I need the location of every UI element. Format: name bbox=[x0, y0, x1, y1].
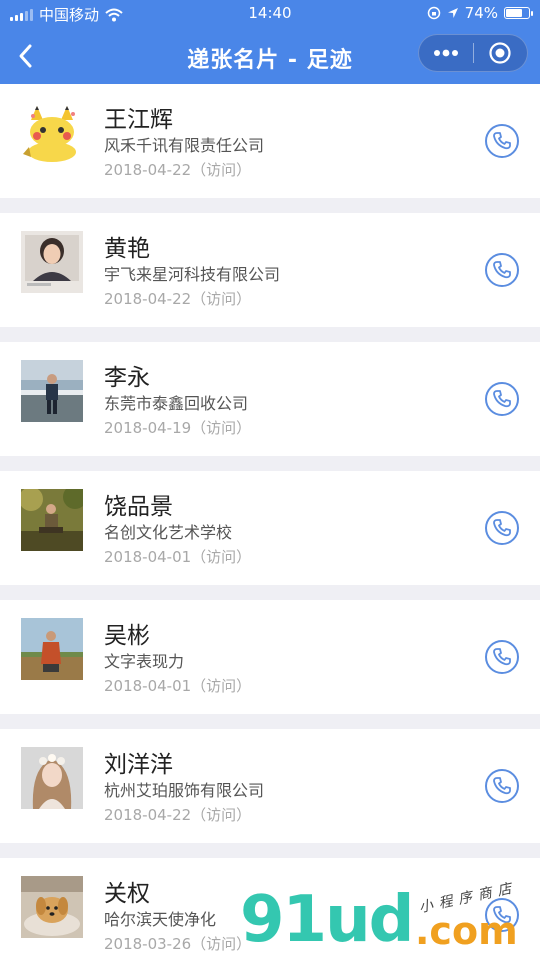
company-name: 宇飞来星河科技有限公司 bbox=[104, 265, 281, 284]
avatar bbox=[21, 102, 83, 164]
list-item[interactable]: 关权 哈尔滨天使净化 2018-03-26（访问） bbox=[0, 858, 540, 960]
company-name: 文字表现力 bbox=[104, 652, 185, 671]
list-item[interactable]: 王江辉 风禾千讯有限责任公司 2018-04-22（访问） bbox=[0, 84, 540, 198]
visit-date: 2018-04-01（访问） bbox=[104, 548, 252, 566]
call-button[interactable] bbox=[485, 898, 519, 932]
contact-name: 黄艳 bbox=[104, 236, 150, 262]
more-dots-icon bbox=[433, 49, 458, 57]
list-item[interactable]: 黄艳 宇飞来星河科技有限公司 2018-04-22（访问） bbox=[0, 213, 540, 327]
status-bar: 中国移动 14:40 74% bbox=[0, 0, 540, 28]
phone-icon bbox=[493, 519, 511, 537]
company-name: 哈尔滨天使净化 bbox=[104, 910, 217, 929]
list-item[interactable]: 李永 东莞市泰鑫回收公司 2018-04-19（访问） bbox=[0, 342, 540, 456]
nav-bar: 递张名片 - 足迹 bbox=[0, 28, 540, 84]
avatar bbox=[21, 876, 83, 938]
more-button[interactable] bbox=[419, 35, 473, 71]
phone-icon bbox=[493, 261, 511, 279]
call-button[interactable] bbox=[485, 253, 519, 287]
visit-date: 2018-04-22（访问） bbox=[104, 290, 252, 308]
company-name: 风禾千讯有限责任公司 bbox=[104, 136, 265, 155]
visit-date: 2018-04-01（访问） bbox=[104, 677, 252, 695]
contact-name: 李永 bbox=[104, 365, 150, 391]
phone-icon bbox=[493, 648, 511, 666]
target-icon bbox=[489, 42, 511, 64]
visit-date: 2018-04-22（访问） bbox=[104, 161, 252, 179]
battery-percent: 74% bbox=[464, 4, 498, 22]
company-name: 东莞市泰鑫回收公司 bbox=[104, 394, 249, 413]
contact-name: 王江辉 bbox=[104, 107, 173, 133]
phone-icon bbox=[493, 390, 511, 408]
location-icon bbox=[447, 8, 458, 18]
visit-date: 2018-04-22（访问） bbox=[104, 806, 252, 824]
call-button[interactable] bbox=[485, 640, 519, 674]
battery-icon bbox=[504, 7, 533, 19]
contact-name: 吴彬 bbox=[104, 623, 150, 649]
list-item[interactable]: 刘洋洋 杭州艾珀服饰有限公司 2018-04-22（访问） bbox=[0, 729, 540, 843]
lock-rotation-icon bbox=[427, 6, 440, 20]
phone-icon bbox=[493, 777, 511, 795]
avatar bbox=[21, 231, 83, 293]
list-item[interactable]: 饶品景 名创文化艺术学校 2018-04-01（访问） bbox=[0, 471, 540, 585]
phone-icon bbox=[493, 906, 511, 924]
phone-icon bbox=[493, 132, 511, 150]
call-button[interactable] bbox=[485, 511, 519, 545]
list-item[interactable]: 吴彬 文字表现力 2018-04-01（访问） bbox=[0, 600, 540, 714]
company-name: 名创文化艺术学校 bbox=[104, 523, 233, 542]
company-name: 杭州艾珀服饰有限公司 bbox=[104, 781, 265, 800]
avatar bbox=[21, 618, 83, 680]
contact-name: 关权 bbox=[104, 881, 150, 907]
call-button[interactable] bbox=[485, 769, 519, 803]
avatar bbox=[21, 747, 83, 809]
avatar bbox=[21, 489, 83, 551]
mini-program-capsule bbox=[418, 34, 528, 72]
visit-date: 2018-03-26（访问） bbox=[104, 935, 252, 953]
contact-name: 饶品景 bbox=[104, 494, 173, 520]
visit-date: 2018-04-19（访问） bbox=[104, 419, 252, 437]
call-button[interactable] bbox=[485, 124, 519, 158]
call-button[interactable] bbox=[485, 382, 519, 416]
close-button[interactable] bbox=[474, 35, 528, 71]
avatar bbox=[21, 360, 83, 422]
contact-name: 刘洋洋 bbox=[104, 752, 173, 778]
